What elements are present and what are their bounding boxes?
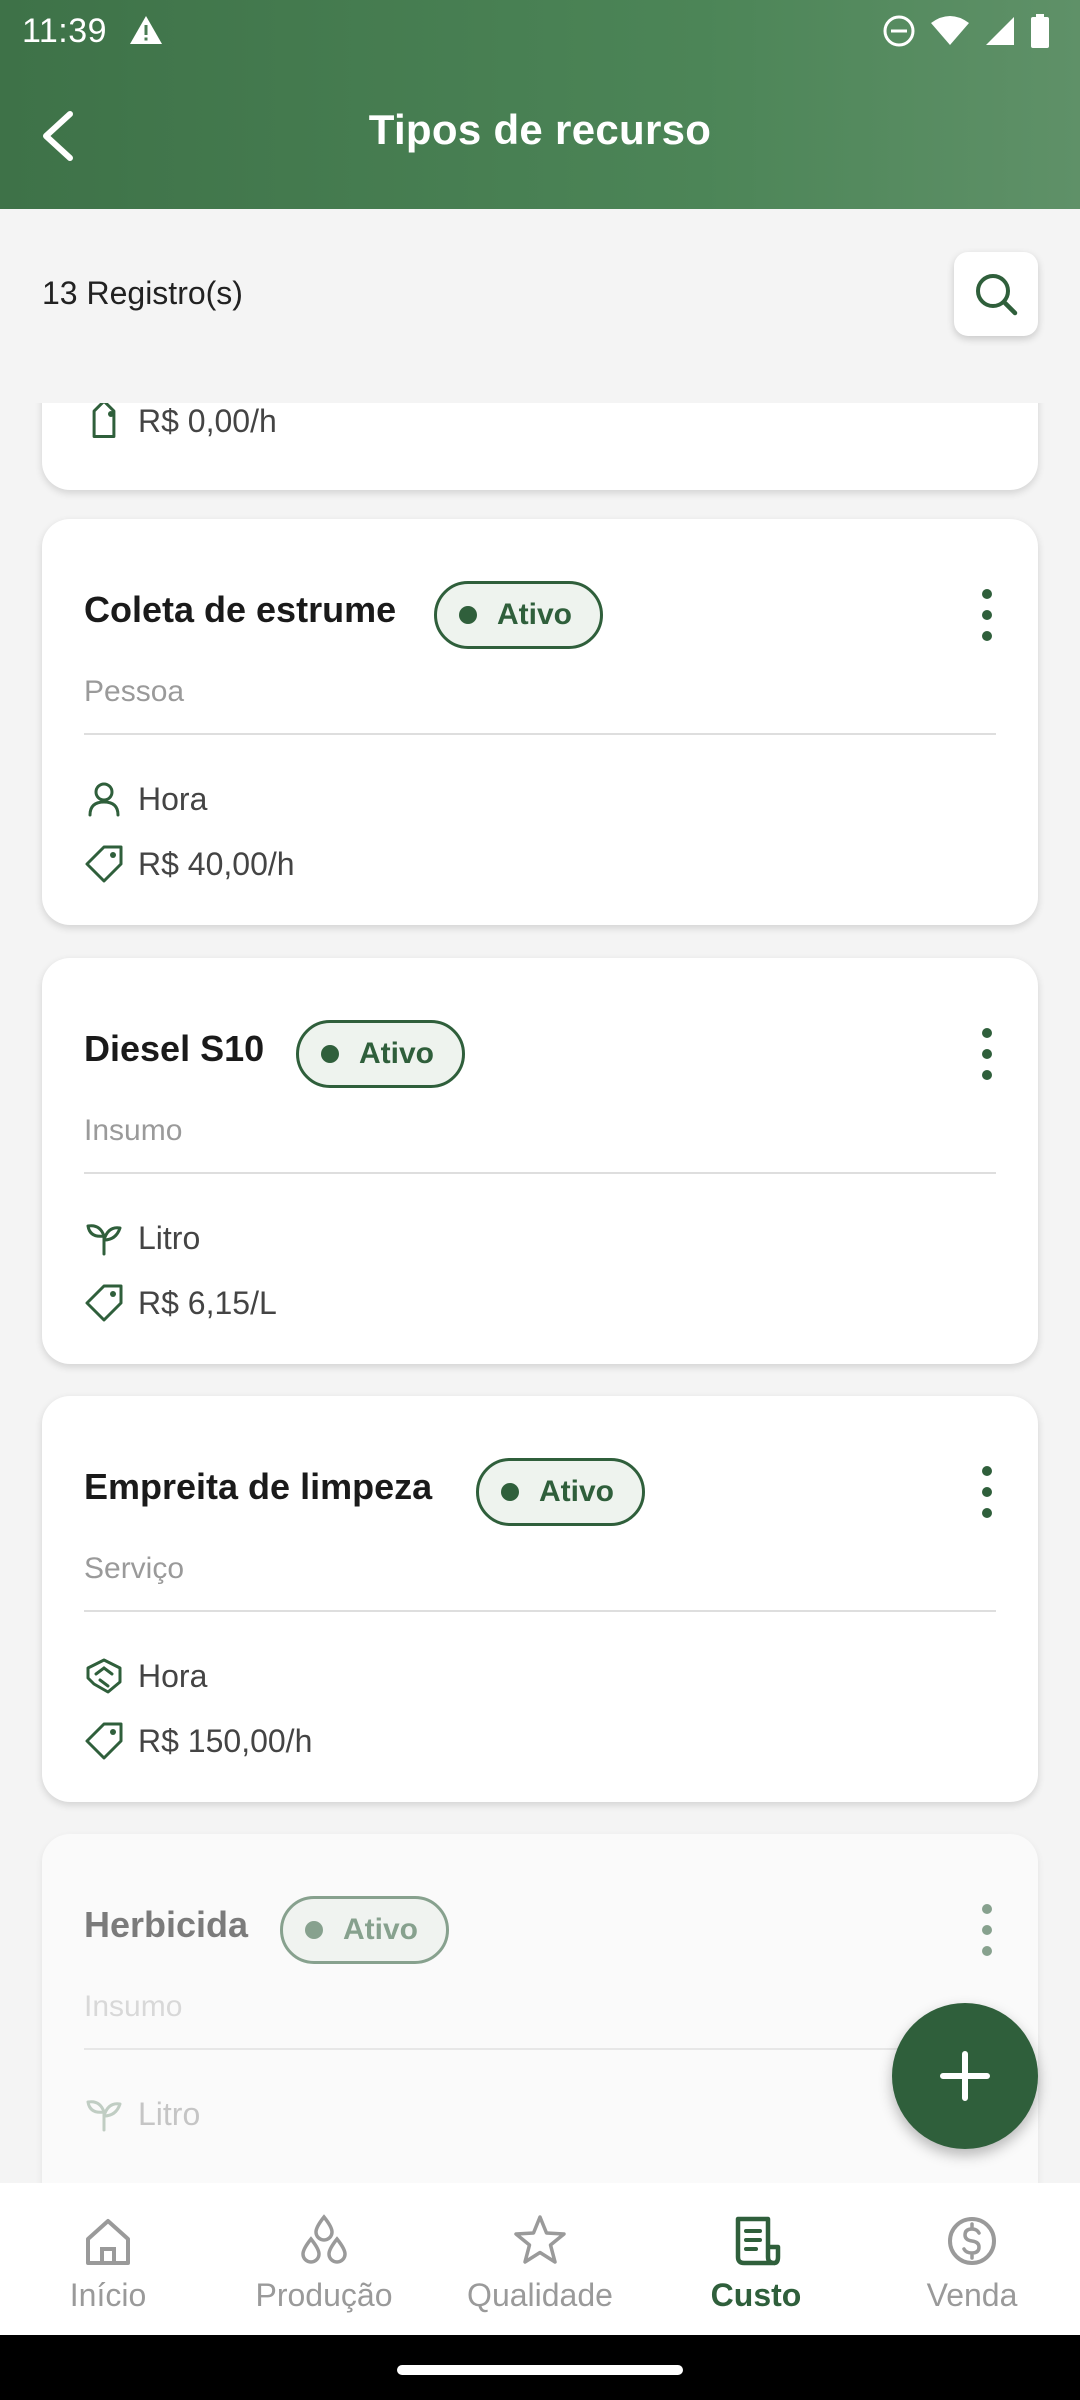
- plus-icon: [940, 2051, 990, 2101]
- coin-icon: [948, 2217, 996, 2265]
- nav-inicio[interactable]: Início: [0, 2183, 216, 2335]
- divider: [84, 733, 996, 735]
- status-badge: Ativo: [476, 1458, 645, 1526]
- price-text: R$ 40,00/h: [138, 845, 295, 882]
- page-title: Tipos de recurso: [368, 106, 712, 153]
- unit-row: Litro: [84, 2094, 200, 2134]
- nav-label: Produção: [255, 2277, 393, 2313]
- card-title: Herbicida: [84, 1904, 249, 1945]
- status-dot: [321, 1045, 339, 1063]
- gesture-handle[interactable]: [397, 2365, 683, 2375]
- tag-icon: [85, 1284, 123, 1322]
- handshake-icon: [86, 1658, 122, 1694]
- more-options-button[interactable]: [972, 1900, 1002, 1960]
- tag-icon: [92, 403, 116, 439]
- price-row: R$ 0,00/h: [84, 403, 277, 441]
- home-icon: [86, 2219, 130, 2265]
- status-label: Ativo: [343, 1913, 418, 1946]
- resource-type: Insumo: [84, 1990, 183, 2023]
- sprout-icon: [86, 1224, 122, 1256]
- status-label: Ativo: [497, 598, 572, 631]
- status-dot: [501, 1483, 519, 1501]
- sprout-icon: [86, 2100, 122, 2132]
- unit-text: Hora: [138, 1657, 208, 1694]
- list-item[interactable]: Herbicida Ativo Insumo Litro: [42, 1834, 1038, 2183]
- records-count: 13 Registro(s): [42, 275, 243, 311]
- price-text: R$ 6,15/L: [138, 1284, 277, 1321]
- star-icon: [514, 2215, 566, 2264]
- dnd-icon: [882, 14, 916, 57]
- tag-icon: [85, 845, 123, 883]
- divider: [84, 2048, 996, 2050]
- status-badge: Ativo: [296, 1020, 465, 1088]
- status-badge: Ativo: [280, 1896, 449, 1964]
- card-title: Diesel S10: [84, 1028, 265, 1069]
- price-text: R$ 150,00/h: [138, 1722, 313, 1759]
- nav-label: Venda: [926, 2277, 1018, 2313]
- unit-text: Litro: [138, 2095, 201, 2132]
- card-title: Empreita de limpeza: [84, 1466, 433, 1507]
- status-badge: Ativo: [434, 581, 603, 649]
- nav-producao[interactable]: Produção: [216, 2183, 432, 2335]
- status-label: Ativo: [359, 1037, 434, 1070]
- system-navigation-bar: [0, 2335, 1080, 2400]
- unit-row: Hora: [84, 779, 207, 819]
- list-item[interactable]: Empreita de limpeza Ativo Serviço Hora R…: [42, 1396, 1038, 1802]
- divider: [84, 1172, 996, 1174]
- status-dot: [459, 606, 477, 624]
- status-icons: [882, 14, 1050, 57]
- status-dot: [305, 1921, 323, 1939]
- list-item[interactable]: Diesel S10 Ativo Insumo Litro R$ 6,15/L: [42, 958, 1038, 1364]
- price-row: R$ 6,15/L: [84, 1283, 277, 1323]
- unit-text: Hora: [138, 780, 208, 817]
- person-icon: [88, 782, 120, 817]
- warning-icon: [128, 14, 164, 55]
- status-time: 11:39: [22, 12, 108, 50]
- resource-type: Insumo: [84, 1114, 183, 1147]
- list-item[interactable]: R$ 0,00/h: [42, 403, 1038, 490]
- price-text: R$ 0,00/h: [138, 403, 277, 439]
- list-item[interactable]: Coleta de estrume Ativo Pessoa Hora R$ 4…: [42, 519, 1038, 925]
- more-options-button[interactable]: [972, 1024, 1002, 1084]
- battery-icon: [1030, 14, 1050, 57]
- price-row: R$ 150,00/h: [84, 1721, 312, 1761]
- drops-icon: [301, 2214, 347, 2264]
- unit-row: Hora: [84, 1656, 207, 1696]
- resource-list[interactable]: R$ 0,00/h Coleta de estrume Ativo Pessoa…: [0, 403, 1080, 2183]
- more-options-button[interactable]: [972, 585, 1002, 645]
- unit-text: Litro: [138, 1219, 201, 1256]
- nav-venda[interactable]: Venda: [864, 2183, 1080, 2335]
- nav-custo[interactable]: Custo: [648, 2183, 864, 2335]
- receipt-icon: [735, 2216, 781, 2266]
- unit-row: Litro: [84, 1218, 200, 1258]
- nav-qualidade[interactable]: Qualidade: [432, 2183, 648, 2335]
- nav-label: Qualidade: [467, 2277, 613, 2313]
- search-button[interactable]: [954, 252, 1038, 336]
- app-header: 11:39 Tipos de recurso: [0, 0, 1080, 209]
- status-label: Ativo: [539, 1475, 614, 1508]
- nav-label: Custo: [710, 2277, 802, 2313]
- bottom-navigation: Início Produção Qualidade Custo Venda: [0, 2183, 1080, 2335]
- add-resource-button[interactable]: [892, 2003, 1038, 2149]
- card-title: Coleta de estrume: [84, 589, 397, 630]
- signal-icon: [984, 15, 1016, 56]
- status-bar: 11:39: [0, 0, 1080, 64]
- search-icon: [976, 274, 1018, 316]
- price-row: R$ 40,00/h: [84, 844, 295, 884]
- tag-icon: [85, 1722, 123, 1760]
- resource-type: Serviço: [84, 1552, 185, 1585]
- more-options-button[interactable]: [972, 1462, 1002, 1522]
- wifi-icon: [930, 15, 970, 56]
- divider: [84, 1610, 996, 1612]
- resource-type: Pessoa: [84, 675, 185, 708]
- nav-label: Início: [69, 2277, 147, 2313]
